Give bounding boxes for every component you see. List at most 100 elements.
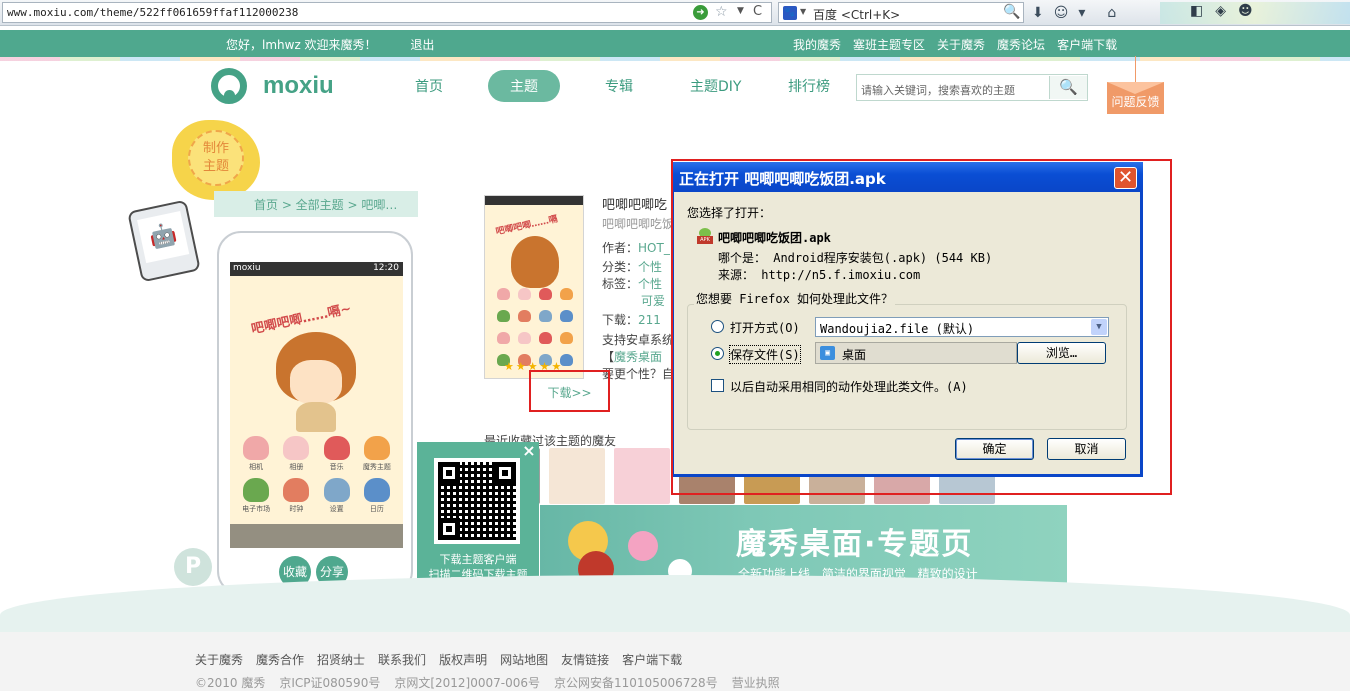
footer-link-jobs[interactable]: 招贤纳士 <box>317 651 365 668</box>
phone-app-icon: 时钟 <box>276 478 316 514</box>
qr-finder-tr <box>494 462 516 484</box>
downloads-icon[interactable]: ⬇ <box>1032 5 1044 21</box>
app-icon <box>363 436 390 460</box>
thumb-app-icon <box>560 310 573 322</box>
footer-link-friends[interactable]: 友情链接 <box>561 651 609 668</box>
thumb-app-icon <box>518 332 531 344</box>
downloads-label: 下载： <box>602 313 639 327</box>
thumb-app-icon <box>560 288 573 300</box>
toolbar-icons: ⬇ ☺ ▾ ⌂ <box>1032 3 1116 23</box>
copyright-text: ©2010 魔秀 <box>195 676 266 690</box>
app-icon-label: 时钟 <box>289 505 304 513</box>
app-icon-label: 魔秀主题 <box>362 463 391 471</box>
reload-icon[interactable]: C <box>753 4 762 19</box>
category-link[interactable]: 个性 <box>638 260 662 274</box>
cartoon-girl-illustration <box>276 332 356 432</box>
app-icon <box>323 436 350 460</box>
thumb-app-icon <box>560 332 573 344</box>
app-icon-label: 电子市场 <box>242 505 271 513</box>
close-icon[interactable]: × <box>519 442 539 460</box>
search-magnifier-icon[interactable]: 🔍 <box>1003 4 1020 20</box>
topbar-link-forum[interactable]: 魔秀论坛 <box>997 36 1045 53</box>
url-bar[interactable]: www.moxiu.com/theme/522ff061659ffaf11200… <box>2 2 772 23</box>
icp-link[interactable]: 京ICP证080590号 <box>279 674 380 691</box>
theme-info: 吧唧吧唧吃 吧唧吧唧吃饭 作者：HOT_ 分类：个性 标签：个性 可爱 下载：2… <box>602 194 674 382</box>
go-icon[interactable]: ➜ <box>693 5 708 20</box>
theme-title: 吧唧吧唧吃 <box>602 198 668 213</box>
nav-home[interactable]: 首页 <box>415 76 443 96</box>
app-icon <box>323 478 350 502</box>
author-link[interactable]: HOT_ <box>638 241 670 255</box>
nav-ranking[interactable]: 排行榜 <box>788 76 830 96</box>
downloads-count: 211 <box>638 313 661 327</box>
tag-link[interactable]: 个性 <box>638 277 662 291</box>
phone-app-icon: 音乐 <box>317 436 357 472</box>
bookmark-star-icon[interactable]: ☆ <box>715 4 728 20</box>
addon-icon[interactable]: ☺ <box>1054 5 1069 21</box>
download-link[interactable]: 下载>> <box>529 370 610 412</box>
thumb-app-icon <box>497 332 510 344</box>
phone-app-icon: 电子市场 <box>236 478 276 514</box>
search-engine-dropdown-icon[interactable]: ▼ <box>800 7 806 16</box>
theme-thumbnail[interactable]: 吧唧吧唧……嗝 <box>484 195 584 379</box>
history-dropdown-icon[interactable]: ▼ <box>737 6 744 16</box>
phone-app-icon: 日历 <box>357 478 397 514</box>
thumb-title: 吧唧吧唧……嗝 <box>494 214 559 238</box>
footer-links: 关于魔秀 魔秀合作 招贤纳士 联系我们 版权声明 网站地图 友情链接 客户端下载 <box>195 651 682 668</box>
thumb-app-icon <box>539 332 552 344</box>
app-icon-label: 相册 <box>289 463 304 471</box>
browser-search-box[interactable]: 🐾 ▼ 百度 <Ctrl+K> 🔍 <box>778 2 1024 23</box>
phone-app-icon: 魔秀主题 <box>357 436 397 472</box>
breadcrumb[interactable]: 首页 > 全部主题 > 吧唧… <box>214 191 418 217</box>
thumb-app-icon <box>497 288 510 300</box>
footer-link-copyright[interactable]: 版权声明 <box>439 651 487 668</box>
footer-link-sitemap[interactable]: 网站地图 <box>500 651 548 668</box>
topbar-link-about[interactable]: 关于魔秀 <box>937 36 985 53</box>
tag-link-2[interactable]: 可爱 <box>641 294 665 308</box>
nav-themes[interactable]: 主题 <box>488 70 560 102</box>
nav-albums[interactable]: 专辑 <box>605 76 633 96</box>
topbar-link-client[interactable]: 客户端下载 <box>1057 36 1117 53</box>
make-theme-badge[interactable]: 制作 主题 <box>172 120 260 200</box>
thumb-girl <box>511 236 559 288</box>
diy-phone-decoration: 🤖 <box>127 199 201 283</box>
extension-icon-3[interactable]: ☻ <box>1238 3 1253 19</box>
p-badge: P <box>174 548 212 586</box>
qr-code <box>434 458 520 544</box>
topbar-link-my-moxiu[interactable]: 我的魔秀 <box>793 36 841 53</box>
footer-link-cooperate[interactable]: 魔秀合作 <box>256 651 304 668</box>
addon-dropdown-icon[interactable]: ▾ <box>1078 5 1085 21</box>
extension-icon-2[interactable]: ◈ <box>1215 3 1226 19</box>
author-label: 作者： <box>602 241 639 255</box>
footer-copyright: ©2010 魔秀 京ICP证080590号 京网文[2012]0007-006号… <box>195 674 780 691</box>
favorite-user-avatar[interactable] <box>549 448 605 504</box>
make-theme-line1: 制作 <box>202 141 229 156</box>
business-license-link[interactable]: 营业执照 <box>732 674 780 691</box>
thumb-app-icon <box>518 288 531 300</box>
topbar-link-symbian[interactable]: 塞班主题专区 <box>853 36 925 53</box>
footer-link-client[interactable]: 客户端下载 <box>622 651 682 668</box>
moxiu-desktop-link[interactable]: 魔秀桌面 <box>614 350 662 364</box>
favorite-user-avatar[interactable] <box>614 448 670 504</box>
app-icon <box>363 478 390 502</box>
desktop-bracket: 【 <box>602 350 615 364</box>
search-engine-icon[interactable]: 🐾 <box>783 6 797 20</box>
logout-link[interactable]: 退出 <box>410 38 434 52</box>
extension-icon-1[interactable]: ◧ <box>1190 3 1203 19</box>
culture-license-link[interactable]: 京网文[2012]0007-006号 <box>394 674 540 691</box>
site-topbar: 您好，lmhwz 欢迎来魔秀！ 退出 我的魔秀 塞班主题专区 关于魔秀 魔秀论坛… <box>0 30 1350 57</box>
footer-link-contact[interactable]: 联系我们 <box>378 651 426 668</box>
site-search-input[interactable]: 请输入关键词，搜索喜欢的主题 <box>861 82 1015 98</box>
moxiu-logo[interactable]: moxiu <box>211 68 341 108</box>
nav-theme-diy[interactable]: 主题DIY <box>690 76 741 96</box>
search-icon[interactable]: 🔍 <box>1049 76 1087 99</box>
footer: 关于魔秀 魔秀合作 招贤纳士 联系我们 版权声明 网站地图 友情链接 客户端下载… <box>0 632 1350 691</box>
toolbar-extra-icons: ◧ ◈ ☻ <box>1190 3 1253 19</box>
thumb-app-icon <box>518 310 531 322</box>
home-icon[interactable]: ⌂ <box>1107 5 1116 21</box>
police-record-link[interactable]: 京公网安备110105006728号 <box>554 674 718 691</box>
phone-dock <box>230 524 403 548</box>
app-icon <box>243 436 270 460</box>
logo-text: moxiu <box>263 72 334 99</box>
footer-link-about[interactable]: 关于魔秀 <box>195 651 243 668</box>
